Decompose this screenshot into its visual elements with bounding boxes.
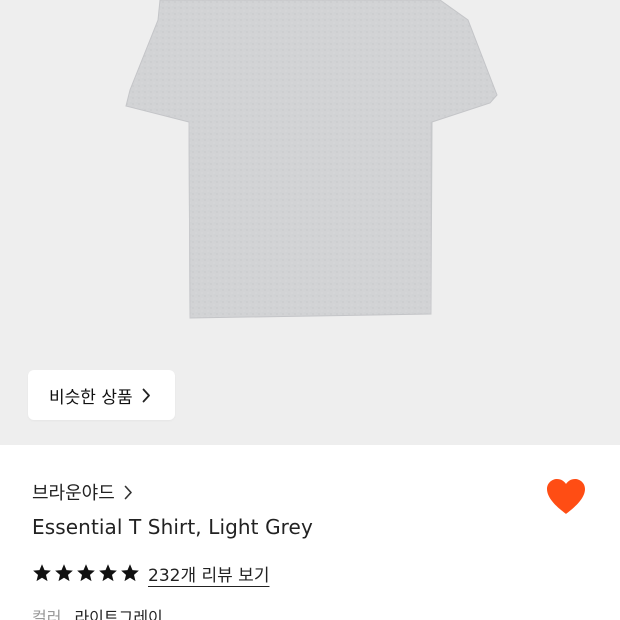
similar-products-button[interactable]: 비슷한 상품 (28, 370, 175, 420)
color-row: 컬러 라이트그레이 (32, 604, 163, 620)
chevron-right-icon (142, 388, 151, 403)
brand-link[interactable]: 브라운야드 (32, 478, 133, 506)
brand-name: 브라운야드 (32, 483, 115, 504)
color-label: 컬러 (32, 608, 62, 620)
review-link[interactable]: 232개 리뷰 보기 (148, 561, 269, 586)
color-value: 라이트그레이 (74, 608, 163, 620)
similar-products-label: 비슷한 상품 (49, 387, 133, 408)
star-icon (55, 564, 73, 582)
star-icon (77, 564, 95, 582)
heart-icon (547, 479, 585, 514)
wishlist-button[interactable] (544, 476, 588, 516)
star-icon (33, 564, 51, 582)
chevron-right-icon (124, 485, 133, 500)
rating-row: 232개 리뷰 보기 (32, 559, 269, 587)
star-icon (121, 564, 139, 582)
product-image: 비슷한 상품 (0, 0, 620, 445)
product-title: Essential T Shirt, Light Grey (32, 515, 313, 539)
star-rating (32, 563, 140, 583)
star-icon (99, 564, 117, 582)
